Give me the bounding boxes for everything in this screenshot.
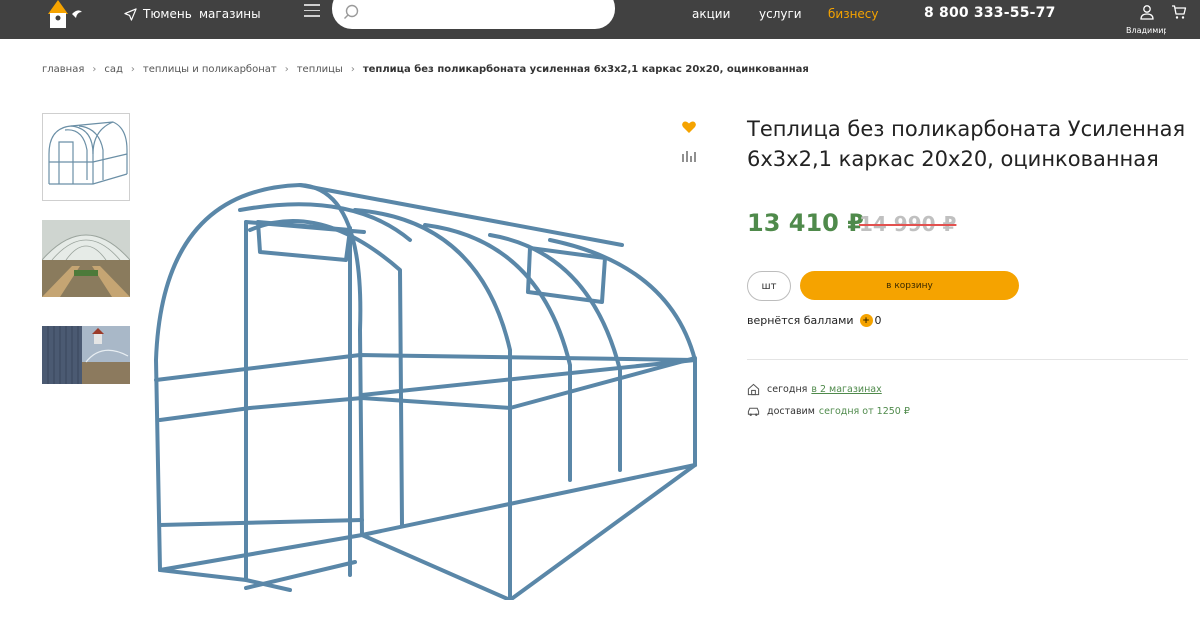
greenhouse-interior-thumbnail [42,220,130,297]
top-navigation-bar: Тюмень магазины акции услуги бизнесу 8 8… [0,0,1200,39]
product-main-image[interactable] [150,180,700,600]
logo-icon[interactable] [38,0,86,32]
user-name[interactable]: Владимир [1126,26,1166,35]
breadcrumb: главная › сад › теплицы и поликарбонат ›… [42,64,809,75]
store-availability: сегодня в 2 магазинах [747,383,882,396]
compare-chart-icon[interactable] [681,148,697,164]
breadcrumb-item-current: теплица без поликарбоната усиленная 6х3х… [362,64,809,75]
delivery-info: доставим сегодня от 1250 ₽ [747,405,910,418]
nav-link-services[interactable]: услуги [759,7,802,21]
product-thumbnail-3[interactable] [42,326,130,384]
location-arrow-icon [124,7,137,21]
bonus-value: 0 [874,314,882,327]
product-title: Теплица без поликарбоната Усиленная 6х3х… [747,117,1186,171]
product-thumbnail-1[interactable] [42,113,130,201]
bonus-points: вернётся баллами + 0 [747,314,882,327]
product-old-price: 14 990 ₽ [859,212,957,236]
search-input[interactable] [332,0,615,29]
unit-selector-button[interactable]: шт [747,271,791,301]
chevron-right-icon: › [130,64,135,75]
breadcrumb-item-home[interactable]: главная [42,64,84,75]
availability-stores-link[interactable]: в 2 магазинах [811,384,881,395]
stores-link[interactable]: магазины [199,7,261,21]
chevron-right-icon: › [92,64,97,75]
store-icon [747,383,760,396]
delivery-prefix: доставим [767,406,815,417]
heart-favorite-icon[interactable] [681,119,697,135]
greenhouse-frame-thumbnail [48,121,128,185]
phone-number[interactable]: 8 800 333-55-77 [924,5,1056,21]
chevron-right-icon: › [350,64,355,75]
delivery-value: сегодня от 1250 ₽ [818,406,910,417]
product-thumbnail-2[interactable] [42,220,130,297]
nav-link-promotions[interactable]: акции [692,7,730,21]
nav-link-business[interactable]: бизнесу [828,7,879,21]
search-icon [344,4,359,19]
delivery-car-icon [747,407,760,416]
product-price: 13 410 ₽ [747,209,864,237]
availability-prefix: сегодня [767,384,808,395]
menu-burger-icon[interactable] [304,4,320,18]
cart-icon[interactable] [1171,4,1187,20]
add-to-cart-button[interactable]: в корзину [800,271,1019,300]
breadcrumb-item-garden[interactable]: сад [104,64,123,75]
user-icon[interactable] [1139,4,1155,20]
plus-coin-icon: + [859,314,873,327]
greenhouse-outdoor-thumbnail [42,326,130,384]
divider [747,359,1188,360]
bonus-label: вернётся баллами [747,314,854,327]
chevron-right-icon: › [284,64,289,75]
city-selector[interactable]: Тюмень [124,7,192,21]
city-name: Тюмень [143,7,192,21]
breadcrumb-item-greenhouses[interactable]: теплицы [297,64,343,75]
breadcrumb-item-greenhouses-polycarbonate[interactable]: теплицы и поликарбонат [143,64,277,75]
